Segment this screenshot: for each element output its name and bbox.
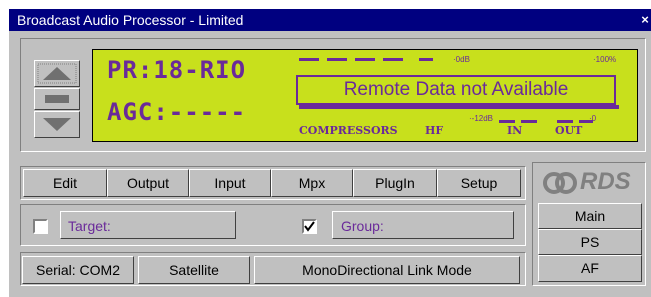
down-arrow-icon	[43, 118, 71, 131]
rds-logo-text: RDS	[580, 168, 631, 195]
setup-button[interactable]: Setup	[437, 169, 521, 197]
rds-ps-button[interactable]: PS	[538, 229, 642, 255]
rds-af-button[interactable]: AF	[538, 255, 642, 282]
output-button[interactable]: Output	[107, 169, 189, 197]
input-button[interactable]: Input	[189, 169, 271, 197]
out-label: OUT	[555, 124, 583, 137]
plugin-button[interactable]: PlugIn	[353, 169, 437, 197]
group-label: Group:	[341, 218, 384, 234]
target-checkbox[interactable]	[33, 219, 48, 234]
agc-readout: AGC:-----	[107, 98, 246, 126]
serial-port-status: Serial: COM2	[22, 256, 134, 284]
hf-label: HF	[425, 124, 444, 137]
preset-readout: PR:18-RIO	[107, 56, 246, 84]
preset-label: PR:	[107, 56, 154, 84]
close-icon[interactable]: ×	[638, 13, 651, 27]
link-type-status: Satellite	[138, 256, 250, 284]
preset-value: 18-RIO	[153, 56, 247, 84]
mpx-button[interactable]: Mpx	[271, 169, 353, 197]
agc-value: -----	[168, 98, 247, 126]
link-mode-status: MonoDirectional Link Mode	[254, 256, 520, 284]
checkmark-icon	[304, 221, 315, 232]
compressors-label: COMPRESSORS	[299, 124, 398, 137]
bar-icon	[45, 95, 69, 103]
message-box: Remote Data not Available	[296, 75, 616, 105]
lcd-display: PR:18-RIO AGC:----- ·0dB ·100% Remote Da…	[92, 49, 638, 142]
meter-100pct-label: ·100%	[593, 55, 617, 64]
preset-up-button[interactable]	[34, 60, 80, 87]
rds-logo: RDS	[540, 168, 640, 198]
meter-0db-label: ·0dB	[453, 55, 470, 64]
preset-down-button[interactable]	[34, 111, 80, 138]
rds-main-button[interactable]: Main	[538, 203, 642, 229]
preset-middle-button[interactable]	[34, 88, 80, 110]
target-label: Target:	[68, 218, 111, 234]
group-field: Group:	[332, 211, 514, 239]
message-box-shadow	[299, 105, 619, 109]
agc-label: AGC:	[107, 98, 169, 126]
in-label: IN	[507, 124, 523, 137]
edit-button[interactable]: Edit	[23, 169, 107, 197]
status-message: Remote Data not Available	[343, 79, 569, 100]
window-title: Broadcast Audio Processor - Limited	[17, 12, 244, 28]
target-field: Target:	[60, 211, 236, 239]
group-checkbox[interactable]	[302, 219, 317, 234]
title-bar: Broadcast Audio Processor - Limited ×	[9, 9, 651, 31]
meter-minus12-label: ·-12dB	[469, 114, 494, 123]
rds-rings-icon	[543, 172, 577, 194]
up-arrow-icon	[37, 63, 77, 84]
